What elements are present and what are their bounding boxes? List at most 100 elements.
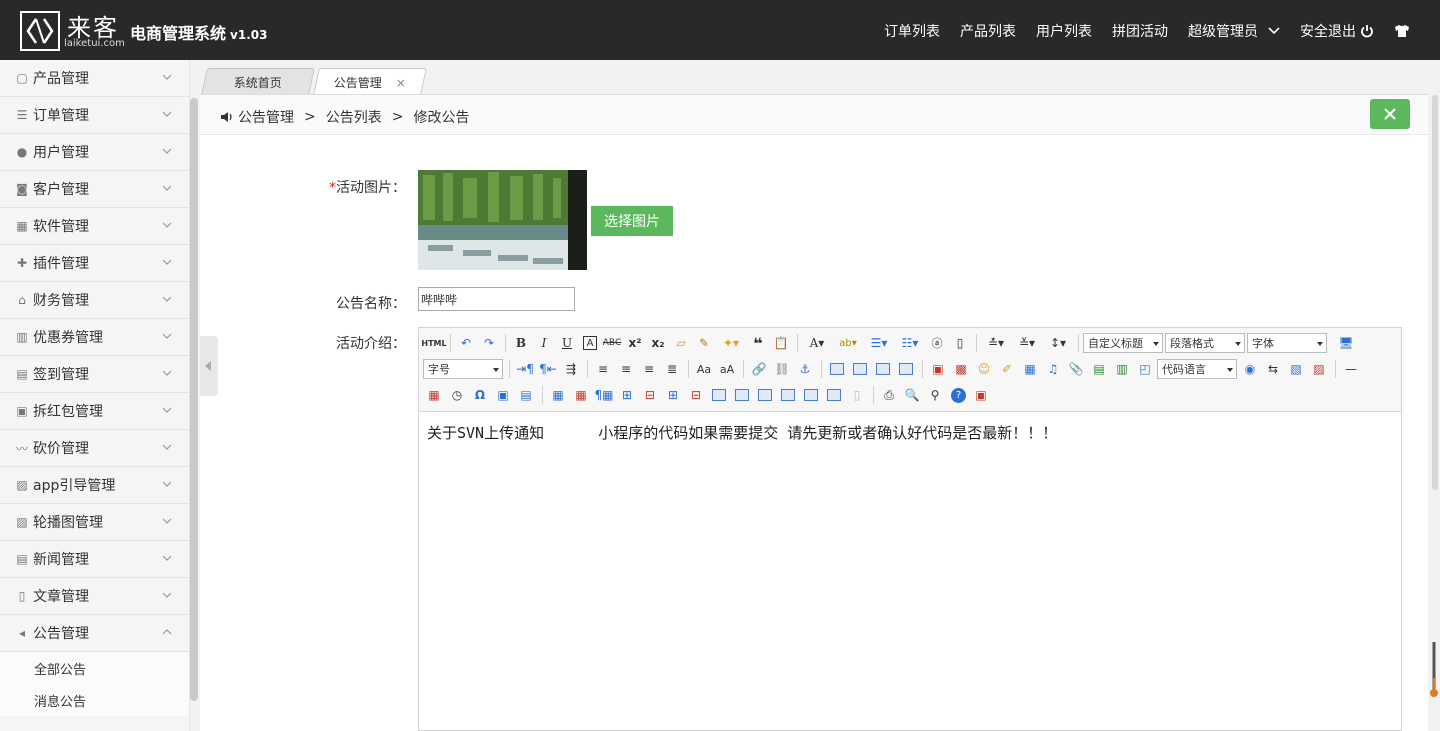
attachment-icon[interactable]: 📎 <box>1065 358 1087 380</box>
underline-icon[interactable]: U <box>556 332 578 354</box>
anchor-icon[interactable]: ⚓ <box>794 358 816 380</box>
insert-table-icon[interactable]: ▦ <box>547 384 569 406</box>
editor-content[interactable]: 关于SVN上传通知 小程序的代码如果需要提交 请先更新或者确认好代码是否最新！！… <box>427 422 1057 443</box>
tab-notice-management[interactable]: 公告管理 × <box>313 68 427 95</box>
row-spacing-bottom-icon[interactable]: ≚▾ <box>1012 332 1042 354</box>
sidebar-item-9[interactable]: ▣ 拆红包管理 <box>0 393 189 430</box>
align-right-icon[interactable]: ≡ <box>638 358 660 380</box>
custom-title-select[interactable]: 自定义标题 <box>1083 333 1163 353</box>
tab-home[interactable]: 系统首页 <box>201 68 315 95</box>
unordered-list-icon[interactable]: ☷▾ <box>895 332 925 354</box>
main-scrollbar[interactable] <box>1432 95 1438 490</box>
notice-name-input[interactable] <box>418 287 575 311</box>
select-all-icon[interactable]: ⓐ <box>926 332 948 354</box>
line-height-icon[interactable]: ↕▾ <box>1043 332 1073 354</box>
insert-time-icon[interactable]: ◷ <box>446 384 468 406</box>
preview-icon[interactable]: 🔍 <box>901 384 923 406</box>
emotion-icon[interactable]: ☺ <box>973 358 995 380</box>
sidebar-item-8[interactable]: ▤ 签到管理 <box>0 356 189 393</box>
superscript-icon[interactable]: x² <box>624 332 646 354</box>
eraser-icon[interactable]: ▱ <box>670 332 692 354</box>
nav-orders[interactable]: 订单列表 <box>884 21 940 41</box>
help-icon[interactable]: ? <box>951 387 966 403</box>
split-rows-icon[interactable] <box>800 384 822 406</box>
sidebar-item-14[interactable]: ▯ 文章管理 <box>0 578 189 615</box>
unlink-icon[interactable]: ⛓ <box>771 358 793 380</box>
merge-down-icon[interactable] <box>754 384 776 406</box>
sidebar-item-5[interactable]: ✚ 插件管理 <box>0 245 189 282</box>
sidebar-scrollbar[interactable] <box>190 98 198 701</box>
sidebar-item-6[interactable]: ⌂ 财务管理 <box>0 282 189 319</box>
print-icon[interactable]: ⎙ <box>878 384 900 406</box>
italic-icon[interactable]: I <box>533 332 555 354</box>
insert-image-icon[interactable]: ▩ <box>950 358 972 380</box>
sidebar-sub-message-notices[interactable]: 消息公告 <box>0 684 189 716</box>
breadcrumb-notice-list[interactable]: 公告列表 <box>326 107 382 127</box>
nav-users[interactable]: 用户列表 <box>1036 21 1092 41</box>
map-icon[interactable]: ▤ <box>1088 358 1110 380</box>
sidebar-collapse-handle[interactable] <box>200 336 218 396</box>
sidebar-item-7[interactable]: ▥ 优惠券管理 <box>0 319 189 356</box>
delete-row-icon[interactable]: ⊟ <box>639 384 661 406</box>
image-right-icon[interactable] <box>872 358 894 380</box>
sidebar-item-10[interactable]: 〰砍价管理 <box>0 430 189 467</box>
webapp-icon[interactable]: ◉ <box>1239 358 1261 380</box>
sidebar-item-11[interactable]: ▨ app引导管理 <box>0 467 189 504</box>
sidebar-item-2[interactable]: ● 用户管理 <box>0 134 189 171</box>
sidebar-item-15[interactable]: ◂ 公告管理 <box>0 615 189 652</box>
logout-button[interactable]: 安全退出 <box>1300 21 1374 41</box>
snapscreen-icon[interactable]: ▤ <box>515 384 537 406</box>
music-icon[interactable]: ♫ <box>1042 358 1064 380</box>
sidebar-sub-all-notices[interactable]: 全部公告 <box>0 652 189 684</box>
link-icon[interactable]: 🔗 <box>748 358 770 380</box>
image-left-icon[interactable] <box>849 358 871 380</box>
insert-video-icon[interactable]: ▦ <box>1019 358 1041 380</box>
insert-date-icon[interactable]: ▦ <box>423 384 445 406</box>
subscript-icon[interactable]: x₂ <box>647 332 669 354</box>
directionality-icon[interactable]: 🖥 <box>1335 332 1357 354</box>
font-color-icon[interactable]: A▾ <box>802 332 832 354</box>
strikethrough-icon[interactable]: ABC <box>601 332 623 354</box>
drafts-icon[interactable]: ▣ <box>970 384 992 406</box>
chart-icon[interactable]: ▯ <box>846 384 868 406</box>
redo-icon[interactable]: ↷ <box>478 332 500 354</box>
rtl-icon[interactable]: ¶⇤ <box>537 358 559 380</box>
clear-doc-icon[interactable]: ▯ <box>949 332 971 354</box>
special-chars-icon[interactable]: Ω <box>469 384 491 406</box>
close-button[interactable] <box>1370 99 1410 129</box>
highlight-icon[interactable]: ab▾ <box>833 332 863 354</box>
font-family-select[interactable]: 字体 <box>1247 333 1327 353</box>
sidebar-item-1[interactable]: ☰ 订单管理 <box>0 97 189 134</box>
format-brush-icon[interactable]: ✎ <box>693 332 715 354</box>
background-icon[interactable]: ▨ <box>1308 358 1330 380</box>
blockquote-icon[interactable]: ❝ <box>747 332 769 354</box>
to-uppercase-icon[interactable]: Aa <box>693 358 715 380</box>
align-left-icon[interactable]: ≡ <box>592 358 614 380</box>
split-cells-icon[interactable] <box>777 384 799 406</box>
row-spacing-top-icon[interactable]: ≛▾ <box>981 332 1011 354</box>
page-break-icon[interactable]: ⇆ <box>1262 358 1284 380</box>
tab-close-icon[interactable]: × <box>396 75 406 89</box>
align-justify-icon[interactable]: ≣ <box>661 358 683 380</box>
scrawl-icon[interactable]: ✐ <box>996 358 1018 380</box>
nav-group-buy[interactable]: 拼团活动 <box>1112 21 1168 41</box>
sidebar-item-4[interactable]: ▦ 软件管理 <box>0 208 189 245</box>
admin-menu[interactable]: 超级管理员 <box>1188 21 1280 41</box>
google-map-icon[interactable]: ▥ <box>1111 358 1133 380</box>
image-center-icon[interactable] <box>895 358 917 380</box>
merge-right-icon[interactable] <box>731 384 753 406</box>
delete-table-icon[interactable]: ▦ <box>570 384 592 406</box>
wordimage-icon[interactable]: ▣ <box>492 384 514 406</box>
theme-shirt-icon[interactable] <box>1394 24 1410 38</box>
insert-col-icon[interactable]: ⊞ <box>662 384 684 406</box>
align-center-icon[interactable]: ≡ <box>615 358 637 380</box>
insert-frame-icon[interactable]: ◰ <box>1134 358 1156 380</box>
ltr-icon[interactable]: ⇥¶ <box>514 358 536 380</box>
paste-text-icon[interactable]: 📋 <box>770 332 792 354</box>
code-language-select[interactable]: 代码语言 <box>1157 359 1237 379</box>
breadcrumb-notice-management[interactable]: 公告管理 <box>238 107 294 127</box>
bold-icon[interactable]: B <box>510 332 532 354</box>
horizontal-rule-icon[interactable]: — <box>1340 358 1362 380</box>
image-none-icon[interactable] <box>826 358 848 380</box>
html-source-icon[interactable]: HTML <box>421 332 446 354</box>
